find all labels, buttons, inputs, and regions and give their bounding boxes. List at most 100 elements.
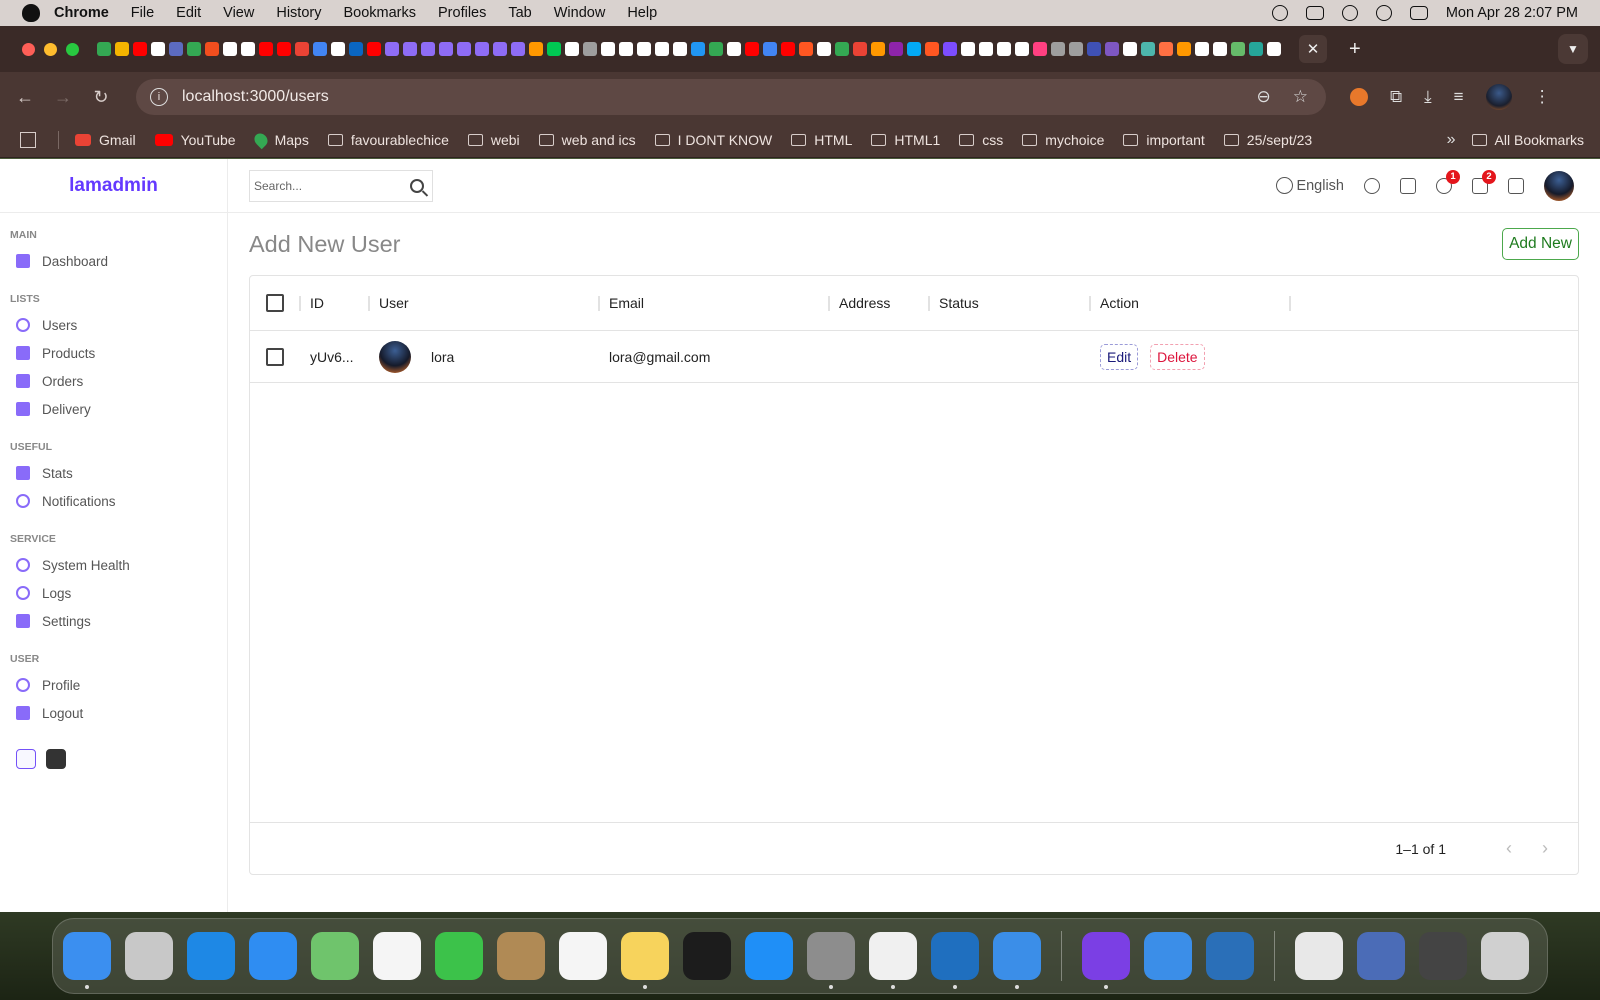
pinned-tab-favicon-icon[interactable] [547,42,561,56]
fullscreen-exit-button[interactable] [1400,177,1416,194]
bookmark-folder[interactable]: I DONT KNOW [654,132,772,148]
pinned-tab-favicon-icon[interactable] [133,42,147,56]
pinned-tab-favicon-icon[interactable] [1123,42,1137,56]
control-center-icon[interactable] [1409,6,1428,20]
dock-window-thumb-2-icon[interactable] [1357,932,1405,980]
sidebar-item-profile[interactable]: Profile [0,671,227,699]
pinned-tab-favicon-icon[interactable] [637,42,651,56]
menu-file[interactable]: File [131,5,154,21]
dock-photos-icon[interactable] [373,932,421,980]
menu-history[interactable]: History [276,5,321,21]
dock-facetime-icon[interactable] [435,932,483,980]
sidebar-item-users[interactable]: Users [0,311,227,339]
dock-github-desktop-icon[interactable] [1082,932,1130,989]
pinned-tab-favicon-icon[interactable] [871,42,885,56]
pinned-tab-favicon-icon[interactable] [457,42,471,56]
pinned-tab-favicon-icon[interactable] [1069,42,1083,56]
edit-button[interactable]: Edit [1100,343,1139,370]
column-separator[interactable] [299,296,301,311]
pinned-tab-favicon-icon[interactable] [241,42,255,56]
pinned-tab-favicon-icon[interactable] [1249,42,1263,56]
url-text[interactable]: localhost:3000/users [182,88,329,106]
pinned-tab-favicon-icon[interactable] [655,42,669,56]
play-status-icon[interactable] [1271,5,1288,21]
pinned-tab-favicon-icon[interactable] [1195,42,1209,56]
pinned-tab-favicon-icon[interactable] [565,42,579,56]
bookmark-folder[interactable]: mychoice [1022,132,1104,148]
close-window-icon[interactable] [22,42,35,56]
dock-vscode-icon[interactable] [931,932,979,989]
column-header-action[interactable]: Action [1100,276,1139,330]
select-all-checkbox[interactable] [266,294,284,312]
pinned-tab-favicon-icon[interactable] [817,42,831,56]
sidebar-item-dashboard[interactable]: Dashboard [0,247,227,275]
dock-quicktime-icon[interactable] [1206,932,1254,980]
dock-apple-tv-icon[interactable] [683,932,731,980]
column-header-id[interactable]: ID [310,276,324,330]
bookmark-maps[interactable]: Maps [251,130,309,149]
column-separator[interactable] [828,296,830,311]
all-bookmarks-folder[interactable]: All Bookmarks [1471,132,1584,148]
column-separator[interactable] [598,296,600,311]
dock-reminders-icon[interactable] [559,932,607,980]
bookmark-folder[interactable]: HTML [791,132,852,148]
bookmark-folder[interactable]: 25/sept/23 [1223,132,1312,148]
pinned-tab-favicon-icon[interactable] [493,42,507,56]
pinned-tab-favicon-icon[interactable] [889,42,903,56]
pinned-tab-favicon-icon[interactable] [475,42,489,56]
pinned-tab-favicon-icon[interactable] [727,42,741,56]
pinned-tab-favicon-icon[interactable] [907,42,921,56]
column-header-email[interactable]: Email [609,276,644,330]
menu-edit[interactable]: Edit [176,5,201,21]
zoom-window-icon[interactable] [66,42,79,56]
pinned-tab-favicon-icon[interactable] [169,42,183,56]
dock-app-store-icon[interactable] [745,932,793,980]
notifications-button[interactable]: 1 [1436,169,1460,194]
bookmark-folder[interactable]: favourablechice [327,132,449,148]
sidebar-item-logs[interactable]: Logs [0,579,227,607]
column-header-status[interactable]: Status [939,276,979,330]
dock-notes-icon[interactable] [621,932,669,989]
pinned-tab-favicon-icon[interactable] [223,42,237,56]
bookmark-star-icon[interactable]: ☆ [1293,87,1308,107]
pinned-tab-favicon-icon[interactable] [115,42,129,56]
pinned-tab-favicon-icon[interactable] [1105,42,1119,56]
bookmarks-overflow-chevron-icon[interactable]: » [1447,131,1456,149]
pinned-tab-favicon-icon[interactable] [313,42,327,56]
column-separator[interactable] [368,296,370,311]
column-separator[interactable] [1089,296,1091,311]
sidebar-item-notifications[interactable]: Notifications [0,487,227,515]
menu-app-name[interactable]: Chrome [54,5,109,21]
pinned-tab-favicon-icon[interactable] [277,42,291,56]
pinned-tab-favicon-icon[interactable] [979,42,993,56]
sidebar-item-stats[interactable]: Stats [0,459,227,487]
pinned-tab-favicon-icon[interactable] [403,42,417,56]
dock-mail-icon[interactable] [249,932,297,980]
menubar-clock[interactable]: Mon Apr 28 2:07 PM [1446,5,1578,21]
pinned-tab-favicon-icon[interactable] [511,42,525,56]
wifi-icon[interactable] [1341,5,1358,21]
row-checkbox[interactable] [266,347,284,366]
pinned-tab-favicon-icon[interactable] [205,42,219,56]
pinned-tab-favicon-icon[interactable] [259,42,273,56]
bookmark-folder[interactable]: HTML1 [871,132,940,148]
column-separator[interactable] [1289,296,1291,311]
light-theme-button[interactable] [16,749,36,769]
next-page-chevron-icon[interactable]: › [1542,838,1548,859]
pinned-tab-favicon-icon[interactable] [835,42,849,56]
user-avatar[interactable] [1544,170,1574,201]
back-arrow-icon[interactable]: ← [6,87,44,108]
pinned-tab-favicon-icon[interactable] [781,42,795,56]
column-header-address[interactable]: Address [839,276,890,330]
sidebar-item-system-health[interactable]: System Health [0,551,227,579]
pinned-tab-favicon-icon[interactable] [1159,42,1173,56]
pinned-tab-favicon-icon[interactable] [367,42,381,56]
list-menu-button[interactable] [1508,177,1524,194]
bookmark-youtube[interactable]: YouTube [154,132,236,148]
minimize-window-icon[interactable] [44,42,57,56]
pinned-tab-favicon-icon[interactable] [601,42,615,56]
dock-safari-icon[interactable] [187,932,235,980]
bookmark-gmail[interactable]: Gmail [75,132,136,148]
pinned-tab-favicon-icon[interactable] [1015,42,1029,56]
column-header-user[interactable]: User [379,276,409,330]
